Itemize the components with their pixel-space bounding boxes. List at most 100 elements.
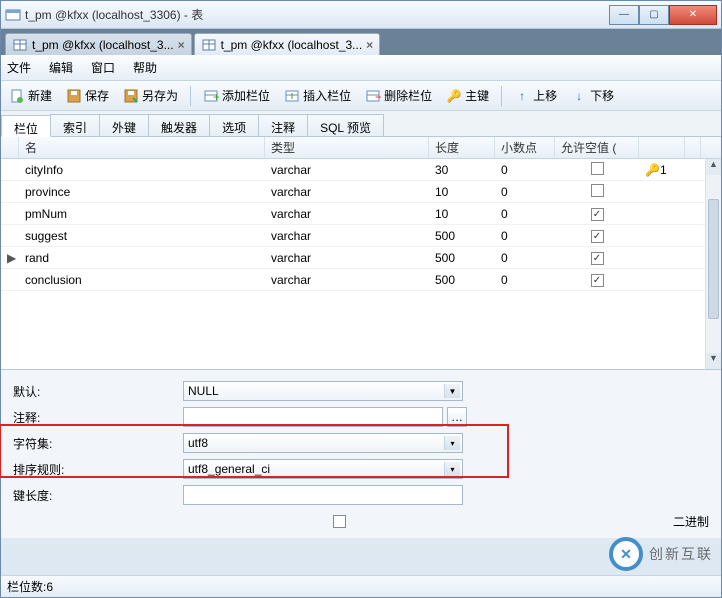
allownull-checkbox[interactable]: ✓ xyxy=(591,230,604,243)
col-name[interactable]: 名 xyxy=(19,137,265,158)
cell-type[interactable]: varchar xyxy=(265,251,429,265)
collation-dropdown[interactable]: utf8_general_ci▾ xyxy=(183,459,463,479)
default-dropdown[interactable]: NULL▼ xyxy=(183,381,463,401)
comment-browse-button[interactable]: … xyxy=(447,407,467,427)
table-row[interactable]: provincevarchar100 xyxy=(1,181,721,203)
tab-options[interactable]: 选项 xyxy=(209,114,259,136)
document-tab-2[interactable]: t_pm @kfxx (localhost_3... × xyxy=(194,33,381,55)
cell-name[interactable]: cityInfo xyxy=(19,163,265,177)
chevron-down-icon: ▾ xyxy=(444,436,460,450)
comment-input[interactable] xyxy=(183,407,443,427)
arrow-up-icon: ↑ xyxy=(514,88,530,104)
cell-length[interactable]: 30 xyxy=(429,163,495,177)
chevron-down-icon: ▾ xyxy=(444,462,460,476)
grid-header: 名 类型 长度 小数点 允许空值 ( xyxy=(1,137,721,159)
menu-edit[interactable]: 编辑 xyxy=(49,59,73,76)
separator xyxy=(501,86,502,106)
cell-name[interactable]: rand xyxy=(19,251,265,265)
tab-triggers[interactable]: 触发器 xyxy=(148,114,210,136)
tab-fields[interactable]: 栏位 xyxy=(1,115,51,137)
app-icon xyxy=(5,7,21,23)
menu-window[interactable]: 窗口 xyxy=(91,59,115,76)
fields-grid: 名 类型 长度 小数点 允许空值 ( cityInfovarchar300🔑1p… xyxy=(1,137,721,370)
allownull-checkbox[interactable]: ✓ xyxy=(591,252,604,265)
primarykey-button[interactable]: 🔑主键 xyxy=(442,85,493,106)
addfield-icon: + xyxy=(203,88,219,104)
movedown-button[interactable]: ↓下移 xyxy=(567,85,618,106)
save-icon xyxy=(66,88,82,104)
col-decimals[interactable]: 小数点 xyxy=(495,137,555,158)
cell-type[interactable]: varchar xyxy=(265,185,429,199)
chevron-down-icon: ▼ xyxy=(444,384,460,398)
cell-decimals[interactable]: 0 xyxy=(495,163,555,177)
moveup-button[interactable]: ↑上移 xyxy=(510,85,561,106)
minimize-button[interactable]: — xyxy=(609,5,639,25)
cell-length[interactable]: 10 xyxy=(429,185,495,199)
document-tab-label: t_pm @kfxx (localhost_3... xyxy=(221,38,363,52)
close-icon[interactable]: × xyxy=(366,38,373,52)
cell-length[interactable]: 500 xyxy=(429,273,495,287)
table-row[interactable]: ▶randvarchar5000✓ xyxy=(1,247,721,269)
cell-length[interactable]: 500 xyxy=(429,251,495,265)
cell-type[interactable]: varchar xyxy=(265,163,429,177)
vertical-scrollbar[interactable]: ▲ ▼ xyxy=(705,159,721,369)
cell-length[interactable]: 500 xyxy=(429,229,495,243)
cell-name[interactable]: province xyxy=(19,185,265,199)
document-tab-strip: t_pm @kfxx (localhost_3... × t_pm @kfxx … xyxy=(1,29,721,55)
cell-length[interactable]: 10 xyxy=(429,207,495,221)
grid-body[interactable]: cityInfovarchar300🔑1provincevarchar100pm… xyxy=(1,159,721,369)
document-tab-1[interactable]: t_pm @kfxx (localhost_3... × xyxy=(5,33,192,55)
cell-name[interactable]: pmNum xyxy=(19,207,265,221)
col-length[interactable]: 长度 xyxy=(429,137,495,158)
close-icon[interactable]: × xyxy=(178,38,185,52)
save-button[interactable]: 保存 xyxy=(62,85,113,106)
table-row[interactable]: suggestvarchar5000 ✓ xyxy=(1,225,721,247)
fieldcount-value: 6 xyxy=(46,580,53,594)
new-icon xyxy=(9,88,25,104)
new-button[interactable]: 新建 xyxy=(5,85,56,106)
tab-comment[interactable]: 注释 xyxy=(258,114,308,136)
key-icon: 🔑 xyxy=(645,163,660,177)
cell-type[interactable]: varchar xyxy=(265,273,429,287)
sub-tab-strip: 栏位 索引 外键 触发器 选项 注释 SQL 预览 xyxy=(1,111,721,137)
scroll-thumb[interactable] xyxy=(708,199,719,319)
cell-name[interactable]: conclusion xyxy=(19,273,265,287)
cell-name[interactable]: suggest xyxy=(19,229,265,243)
separator xyxy=(190,86,191,106)
addfield-button[interactable]: +添加栏位 xyxy=(199,85,274,106)
deletefield-button[interactable]: −删除栏位 xyxy=(361,85,436,106)
cell-decimals[interactable]: 0 xyxy=(495,207,555,221)
table-row[interactable]: conclusionvarchar5000 ✓ xyxy=(1,269,721,291)
close-button[interactable]: ✕ xyxy=(669,5,717,25)
cell-decimals[interactable]: 0 xyxy=(495,251,555,265)
col-type[interactable]: 类型 xyxy=(265,137,429,158)
charset-dropdown[interactable]: utf8▾ xyxy=(183,433,463,453)
allownull-checkbox[interactable] xyxy=(591,184,604,197)
tab-fk[interactable]: 外键 xyxy=(99,114,149,136)
keylen-input[interactable] xyxy=(183,485,463,505)
scroll-down-arrow[interactable]: ▼ xyxy=(706,353,721,369)
toolbar: 新建 保存 另存为 +添加栏位 插入栏位 −删除栏位 🔑主键 ↑上移 ↓下移 xyxy=(1,81,721,111)
table-icon xyxy=(12,37,28,53)
keylen-label: 键长度: xyxy=(13,487,183,504)
cell-decimals[interactable]: 0 xyxy=(495,229,555,243)
binary-checkbox[interactable] xyxy=(333,515,346,528)
cell-type[interactable]: varchar xyxy=(265,207,429,221)
allownull-checkbox[interactable]: ✓ xyxy=(591,274,604,287)
col-allownull[interactable]: 允许空值 ( xyxy=(555,137,639,158)
scroll-up-arrow[interactable]: ▲ xyxy=(706,159,721,175)
cell-type[interactable]: varchar xyxy=(265,229,429,243)
allownull-checkbox[interactable] xyxy=(591,162,604,175)
tab-sqlpreview[interactable]: SQL 预览 xyxy=(307,114,384,136)
insertfield-button[interactable]: 插入栏位 xyxy=(280,85,355,106)
menu-file[interactable]: 文件 xyxy=(7,59,31,76)
cell-decimals[interactable]: 0 xyxy=(495,273,555,287)
menu-help[interactable]: 帮助 xyxy=(133,59,157,76)
table-row[interactable]: pmNumvarchar100 ✓ xyxy=(1,203,721,225)
maximize-button[interactable]: ▢ xyxy=(639,5,669,25)
allownull-checkbox[interactable]: ✓ xyxy=(591,208,604,221)
tab-indexes[interactable]: 索引 xyxy=(50,114,100,136)
cell-decimals[interactable]: 0 xyxy=(495,185,555,199)
table-row[interactable]: cityInfovarchar300🔑1 xyxy=(1,159,721,181)
saveas-button[interactable]: 另存为 xyxy=(119,85,182,106)
